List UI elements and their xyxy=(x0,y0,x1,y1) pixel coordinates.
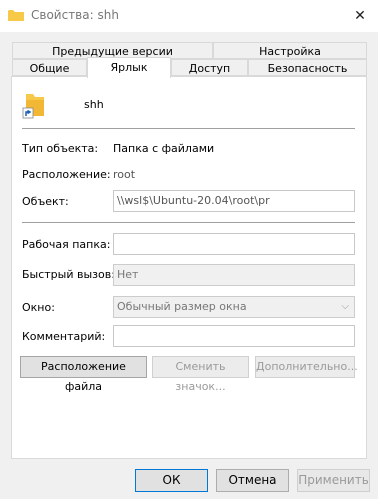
run-select-value: Обычный размер окна xyxy=(117,300,247,313)
tab-sharing[interactable]: Доступ xyxy=(171,59,248,76)
comment-label: Комментарий: xyxy=(22,330,106,343)
tab-security[interactable]: Безопасность xyxy=(248,59,367,76)
tab-shortcut[interactable]: Ярлык xyxy=(87,57,171,78)
location-value: root xyxy=(113,168,136,181)
comment-input[interactable] xyxy=(113,325,355,347)
start-in-input[interactable] xyxy=(113,233,355,255)
hotkey-input[interactable]: Нет xyxy=(113,264,355,286)
target-label: Объект: xyxy=(22,195,69,208)
change-icon-button[interactable]: Сменить значок... xyxy=(152,356,249,393)
chevron-down-icon: ⌵ xyxy=(341,301,349,312)
type-label: Тип объекта: xyxy=(22,142,99,155)
hotkey-label: Быстрый вызов: xyxy=(22,268,115,281)
advanced-button[interactable]: Дополнительно... xyxy=(255,356,358,378)
apply-button[interactable]: Применить xyxy=(297,469,370,492)
tab-general[interactable]: Общие xyxy=(12,59,87,76)
folder-shortcut-icon xyxy=(22,94,44,119)
divider xyxy=(22,222,355,223)
target-input[interactable]: \\wsl$\Ubuntu-20.04\root\pr xyxy=(113,190,355,212)
open-file-location-button[interactable]: Расположение файла xyxy=(20,356,147,393)
start-in-label: Рабочая папка: xyxy=(22,238,111,251)
run-label: Окно: xyxy=(22,301,55,314)
location-label: Расположение: xyxy=(22,168,111,181)
tab-customize[interactable]: Настройка xyxy=(213,42,367,59)
type-value: Папка с файлами xyxy=(113,142,215,155)
cancel-button[interactable]: Отмена xyxy=(216,469,289,492)
window-title: Свойства: shh xyxy=(31,8,119,22)
divider xyxy=(22,128,355,129)
close-icon[interactable]: ✕ xyxy=(346,3,374,29)
shortcut-name: shh xyxy=(84,98,104,111)
run-select[interactable]: Обычный размер окна ⌵ xyxy=(113,296,355,318)
folder-icon xyxy=(8,10,24,21)
ok-button[interactable]: ОК xyxy=(135,469,208,492)
